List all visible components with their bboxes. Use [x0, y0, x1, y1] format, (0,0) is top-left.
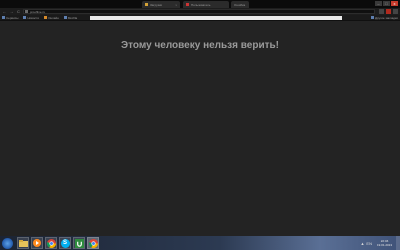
bookmark-label: Сервисы: [6, 15, 19, 20]
bookmark-icon: [23, 16, 27, 19]
page-icon: [25, 10, 28, 13]
chrome-icon[interactable]: [45, 237, 57, 249]
browser-toolbar: ← → C proofline.ru: [0, 8, 400, 15]
taskbar: S ▲ EN 22:46 19.01.2013: [0, 236, 400, 250]
menu-icon[interactable]: [393, 9, 398, 14]
reload-button[interactable]: C: [16, 9, 21, 14]
tab-strip: Загрузки x Пользователь Ошибка – □ x: [0, 0, 400, 8]
tray-arrow-icon[interactable]: ▲: [360, 241, 364, 246]
clock-date: 19.01.2013: [376, 243, 392, 247]
folder-icon: [2, 16, 5, 19]
bookmark-icon: [63, 16, 67, 19]
media-player-icon[interactable]: [31, 237, 43, 249]
bookmark-label: Новости: [27, 15, 40, 20]
downloads-icon: [145, 3, 148, 6]
minimize-button[interactable]: –: [375, 1, 382, 6]
tab-label: Пользователь: [191, 2, 211, 7]
system-tray: ▲ EN 22:46 19.01.2013: [360, 239, 392, 247]
page-message: Этому человеку нельзя верить!: [121, 40, 279, 51]
window-controls: – □ x: [375, 1, 398, 6]
tab-error[interactable]: Ошибка: [231, 1, 249, 8]
language-indicator[interactable]: EN: [366, 241, 372, 246]
show-desktop-button[interactable]: [396, 236, 400, 250]
bookmark-item[interactable]: Mozilla: [63, 15, 78, 20]
clock[interactable]: 22:46 19.01.2013: [377, 239, 392, 247]
start-button[interactable]: [2, 237, 13, 249]
skype-icon[interactable]: S: [59, 237, 71, 249]
site-icon: [186, 3, 189, 6]
close-icon[interactable]: x: [176, 3, 178, 7]
extensions: [379, 9, 398, 14]
tab-label: Загрузки: [150, 2, 163, 7]
utorrent-icon[interactable]: [73, 237, 85, 249]
bookmark-label: Mozilla: [67, 15, 78, 20]
tab-label: Ошибка: [234, 2, 246, 7]
forward-button[interactable]: →: [9, 9, 14, 14]
star-icon[interactable]: [379, 9, 384, 14]
tab-downloads[interactable]: Загрузки x: [142, 1, 180, 8]
bookmark-item[interactable]: Сервисы: [2, 16, 18, 20]
maximize-button[interactable]: □: [383, 1, 390, 6]
bookmark-item[interactable]: Онлайн: [44, 16, 59, 20]
bookmark-icon: [44, 16, 48, 19]
address-bar[interactable]: proofline.ru: [23, 9, 375, 14]
tab-user[interactable]: Пользователь: [183, 1, 229, 8]
other-bookmarks[interactable]: Другие закладки: [371, 16, 398, 20]
bookmark-item[interactable]: Новости: [23, 16, 39, 20]
page-content: Этому человеку нельзя верить!: [0, 21, 400, 236]
close-button[interactable]: x: [391, 1, 398, 6]
skype-glyph: S: [60, 238, 70, 248]
folder-icon: [371, 16, 374, 19]
other-bookmarks-label: Другие закладки: [375, 15, 398, 20]
bookmarks-overflow-bar: [90, 15, 343, 20]
extension-icon[interactable]: [386, 9, 391, 14]
bookmark-label: Онлайн: [48, 15, 59, 20]
explorer-icon[interactable]: [17, 237, 29, 249]
chrome-active-icon[interactable]: [87, 237, 99, 249]
address-text: proofline.ru: [30, 9, 46, 14]
back-button[interactable]: ←: [2, 9, 7, 14]
